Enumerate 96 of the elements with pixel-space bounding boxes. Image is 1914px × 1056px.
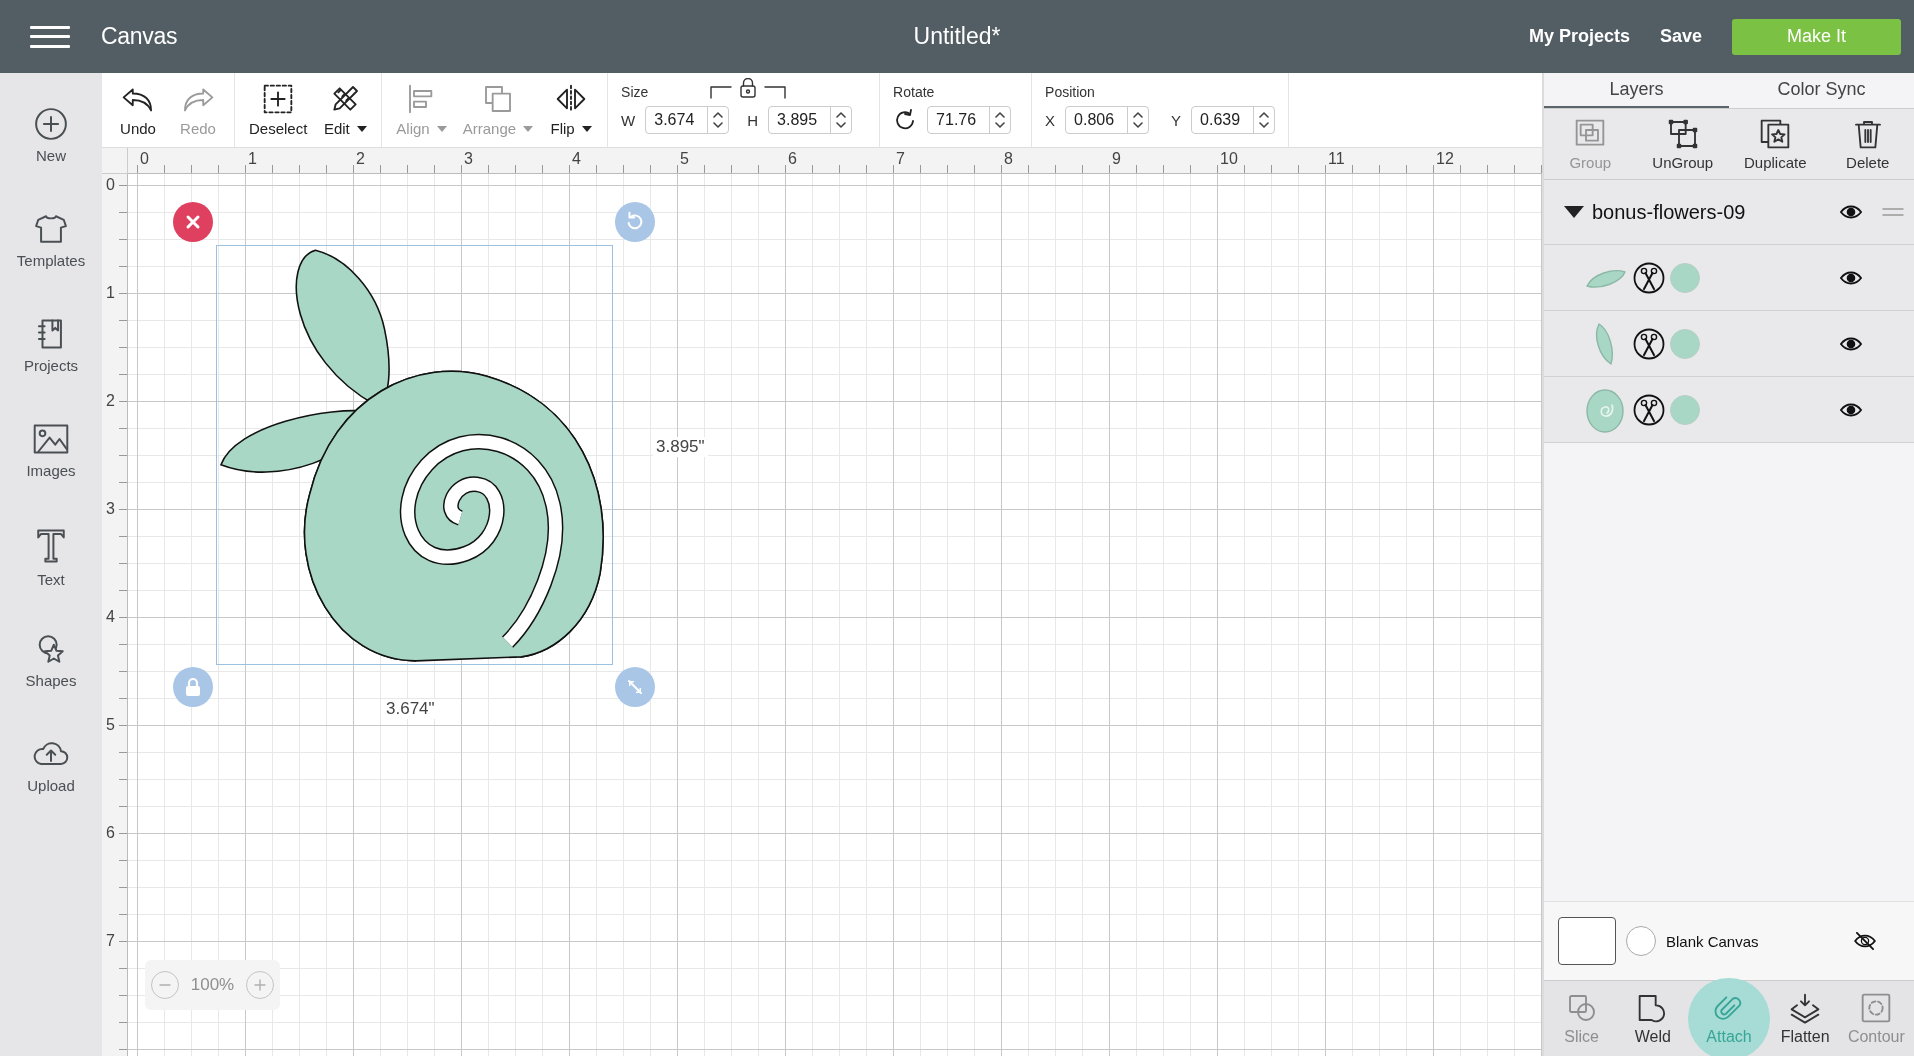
ruler-label: 3 (464, 150, 473, 168)
width-dimension: 3.674" (383, 699, 438, 719)
sidebar-item[interactable]: Images (0, 416, 102, 521)
size-input[interactable]: 3.674 (645, 106, 730, 134)
position-field-label: X (1045, 111, 1056, 129)
position-field-label: Y (1171, 111, 1182, 129)
position-label: Position (1045, 84, 1095, 100)
height-dimension: 3.895" (653, 437, 708, 457)
rotate-input[interactable]: 71.76 (927, 106, 1012, 134)
copy-star-icon (1759, 117, 1792, 150)
ruler-label: 11 (1328, 150, 1345, 168)
ruler-label: 4 (572, 150, 581, 168)
blank-canvas-label: Blank Canvas (1666, 932, 1759, 950)
stepper-arrows-icon (713, 110, 724, 130)
caret-icon (581, 125, 592, 132)
size-input[interactable]: 3.895 (768, 106, 853, 134)
ruler-label: 2 (106, 392, 115, 410)
layer-color-dot[interactable] (1670, 328, 1700, 359)
ruler-label: 12 (1436, 150, 1454, 168)
rotate-label: Rotate (893, 84, 935, 100)
flip-button[interactable]: Flip (541, 73, 602, 147)
sidebar-item[interactable]: Projects (0, 311, 102, 416)
sidebar-item[interactable]: Text (0, 521, 102, 626)
close-icon (185, 214, 201, 230)
canvas-swatch[interactable] (1558, 917, 1616, 965)
ruler-label: 2 (356, 150, 365, 168)
ruler-label: 1 (106, 284, 115, 302)
ruler-label: 3 (106, 500, 115, 518)
ruler-label: 1 (248, 150, 257, 168)
nodes-squares-icon (1666, 117, 1699, 150)
size-field-label: W (621, 111, 636, 129)
edit-button[interactable]: Edit (315, 73, 376, 147)
dashed-square-plus-icon (262, 83, 295, 115)
ruler-label: 5 (106, 716, 115, 734)
ungroup-button[interactable]: UnGroup (1636, 109, 1729, 179)
scissors-icon (1633, 327, 1665, 360)
caret-icon (356, 125, 367, 132)
resize-handle[interactable] (615, 667, 655, 707)
position-input[interactable]: 0.639 (1191, 106, 1276, 134)
sidebar-item[interactable]: New (0, 101, 102, 206)
caret-icon (523, 125, 534, 132)
layer-color-dot[interactable] (1670, 394, 1700, 425)
caret-icon (436, 125, 447, 132)
lock-handle[interactable] (173, 667, 213, 707)
ruler-label: 7 (896, 150, 905, 168)
document-title: Untitled* (913, 23, 1001, 49)
drag-handle-icon (1882, 207, 1904, 217)
contour-icon (1860, 991, 1893, 1024)
resize-arrows-icon (626, 678, 644, 696)
ruler-label: 6 (106, 824, 115, 842)
plus-icon (253, 978, 268, 992)
flatten-button[interactable]: Flatten (1769, 979, 1841, 1056)
sidebar-item[interactable]: Templates (0, 206, 102, 311)
ruler-label: 5 (680, 150, 689, 168)
sidebar-item[interactable]: Upload (0, 731, 102, 836)
delete-handle[interactable] (173, 202, 213, 242)
ruler-label: 0 (140, 150, 149, 168)
stepper-arrows-icon (836, 110, 847, 130)
rotate-handle[interactable] (615, 202, 655, 242)
proportion-lock-icon (708, 78, 789, 100)
panel-tab[interactable]: Color Sync (1729, 73, 1914, 108)
ruler-label: 6 (788, 150, 797, 168)
lock-icon (184, 677, 202, 697)
plus-circle-icon (34, 107, 68, 141)
ruler-label: 7 (106, 932, 115, 950)
size-label: Size (621, 84, 649, 100)
layer-color-dot[interactable] (1670, 262, 1700, 293)
header-link[interactable]: Save (1659, 26, 1702, 47)
flatten-layers-icon (1789, 991, 1822, 1024)
image-icon (32, 422, 70, 456)
canvas-color-circle[interactable] (1626, 926, 1656, 956)
layer-group-name[interactable]: bonus-flowers-09 (1592, 200, 1746, 224)
stepper-arrows-icon (995, 110, 1006, 130)
header-link[interactable]: My Projects (1528, 26, 1630, 47)
scissors-icon (1633, 393, 1665, 426)
ruler-label: 10 (1220, 150, 1238, 168)
ruler-label: 4 (106, 608, 115, 626)
stepper-arrows-icon (1133, 110, 1144, 130)
app-title: Canvas (101, 23, 178, 50)
stepper-arrows-icon (1259, 110, 1270, 130)
shirt-icon (34, 212, 68, 246)
weld-button[interactable]: Weld (1617, 979, 1689, 1056)
size-field-label: H (747, 111, 759, 129)
sidebar-item[interactable]: Shapes (0, 626, 102, 731)
rose-thumbnail (1585, 386, 1627, 433)
ruler-label: 0 (106, 176, 115, 194)
scissors-icon (1633, 261, 1665, 294)
zoom-level: 100% (190, 975, 235, 995)
letter-t-icon (34, 527, 68, 565)
duplicate-button[interactable]: Duplicate (1729, 109, 1822, 179)
delete-button[interactable]: Delete (1821, 109, 1914, 179)
ruler-label: 9 (1112, 150, 1121, 168)
position-input[interactable]: 0.806 (1065, 106, 1150, 134)
deselect-button[interactable]: Deselect (241, 73, 316, 147)
undo-button[interactable]: Undo (108, 73, 168, 147)
ruler-label: 8 (1004, 150, 1013, 168)
